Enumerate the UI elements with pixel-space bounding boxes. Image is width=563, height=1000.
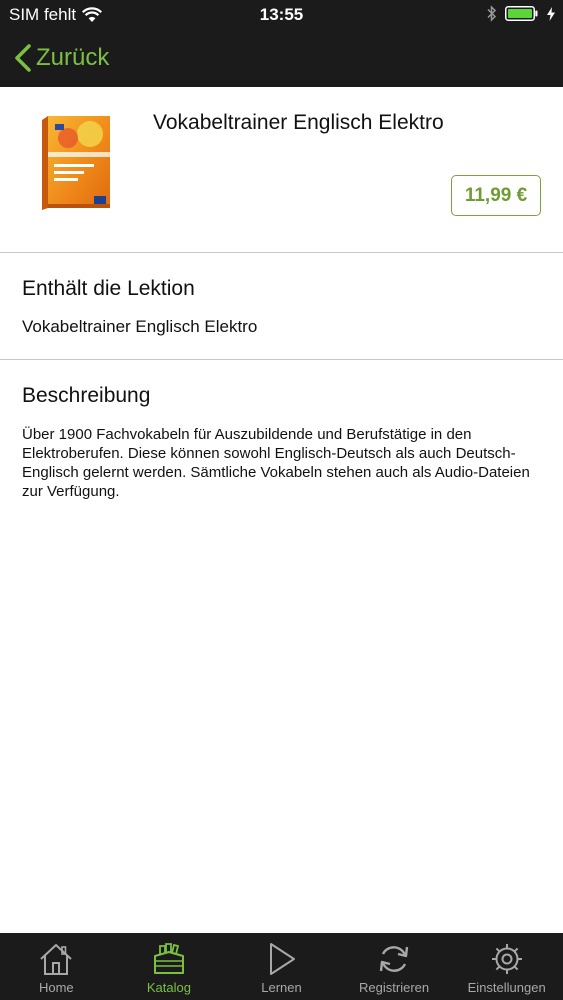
tab-lernen[interactable]: Lernen — [225, 933, 338, 1000]
tab-registrieren[interactable]: Registrieren — [338, 933, 451, 1000]
status-bar: SIM fehlt 13:55 — [0, 0, 563, 30]
home-icon — [40, 944, 72, 975]
lesson-section: Enthält die Lektion Vokabeltrainer Engli… — [0, 253, 563, 360]
tab-home-label: Home — [38, 980, 74, 995]
book-cover-image — [42, 116, 110, 210]
tab-home[interactable]: Home — [0, 933, 113, 1000]
back-button-label: Zurück — [36, 44, 110, 71]
description-section: Beschreibung Über 1900 Fachvokabeln für … — [0, 360, 563, 560]
back-button[interactable]: Zurück — [14, 40, 109, 76]
tab-bar: Home Katalog Lernen Registrieren Einstel… — [0, 933, 563, 1000]
catalog-icon — [153, 943, 184, 974]
buy-price-button[interactable]: 11,99 € — [451, 175, 541, 216]
refresh-icon — [379, 946, 409, 972]
tab-einstellungen[interactable]: Einstellungen — [450, 933, 563, 1000]
description-heading: Beschreibung — [22, 384, 151, 407]
play-icon — [270, 943, 296, 975]
product-header: Vokabeltrainer Englisch Elektro 11,99 € — [0, 87, 563, 253]
charging-icon — [547, 6, 555, 21]
gear-icon — [491, 944, 522, 974]
status-right — [487, 5, 555, 22]
battery-icon — [505, 6, 538, 21]
lesson-section-heading: Enthält die Lektion — [22, 277, 195, 300]
tab-registrieren-label: Registrieren — [359, 980, 430, 995]
tab-lernen-label: Lernen — [261, 980, 302, 995]
description-text: Über 1900 Fachvokabeln für Auszubildende… — [22, 426, 530, 500]
product-title: Vokabeltrainer Englisch Elektro — [153, 111, 444, 134]
tab-einstellungen-label: Einstellungen — [467, 980, 546, 995]
lesson-item: Vokabeltrainer Englisch Elektro — [22, 317, 258, 336]
bluetooth-icon — [487, 5, 497, 22]
tab-katalog-label: Katalog — [146, 980, 191, 995]
chevron-left-icon — [15, 44, 31, 72]
tab-katalog[interactable]: Katalog — [113, 933, 226, 1000]
product-detail-screen: SIM fehlt 13:55 Zurück Vokabeltrainer En… — [0, 0, 563, 1000]
navigation-bar: Zurück — [0, 30, 563, 87]
status-time: 13:55 — [259, 5, 304, 24]
